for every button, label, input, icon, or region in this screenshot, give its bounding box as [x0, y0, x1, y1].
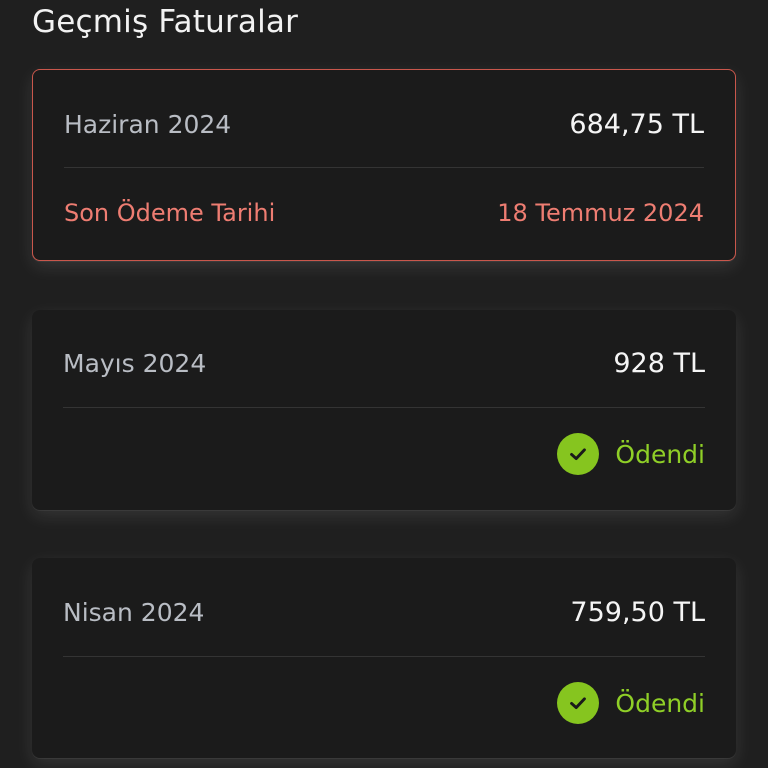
invoice-card-haziran-2024[interactable]: Haziran 2024 684,75 TL Son Ödeme Tarihi …	[32, 69, 736, 261]
due-date-value: 18 Temmuz 2024	[497, 199, 704, 227]
due-date-row: Son Ödeme Tarihi 18 Temmuz 2024	[64, 193, 704, 233]
check-circle-icon	[557, 682, 600, 724]
invoice-amount: 759,50 TL	[570, 596, 705, 628]
invoice-amount: 928 TL	[613, 347, 705, 379]
paid-status: Ödendi	[557, 682, 705, 724]
paid-status: Ödendi	[557, 433, 705, 475]
paid-label: Ödendi	[615, 688, 705, 718]
check-circle-icon	[557, 433, 600, 475]
divider	[63, 656, 705, 657]
invoice-amount: 684,75 TL	[569, 108, 704, 140]
invoice-card-mayis-2024[interactable]: Mayıs 2024 928 TL Ödendi	[32, 310, 736, 510]
invoice-period: Nisan 2024	[63, 597, 205, 627]
status-row: Ödendi	[63, 682, 705, 724]
invoice-period: Haziran 2024	[64, 109, 232, 139]
divider	[64, 167, 704, 168]
invoice-header-row: Mayıs 2024 928 TL	[63, 343, 705, 383]
due-date-label: Son Ödeme Tarihi	[64, 199, 276, 227]
invoice-period: Mayıs 2024	[63, 348, 207, 378]
paid-label: Ödendi	[615, 439, 705, 469]
divider	[63, 407, 705, 408]
status-row: Ödendi	[63, 433, 705, 475]
page-title: Geçmiş Faturalar	[32, 4, 299, 40]
invoice-header-row: Haziran 2024 684,75 TL	[64, 104, 704, 144]
invoice-header-row: Nisan 2024 759,50 TL	[63, 592, 705, 632]
invoice-card-nisan-2024[interactable]: Nisan 2024 759,50 TL Ödendi	[32, 558, 736, 758]
